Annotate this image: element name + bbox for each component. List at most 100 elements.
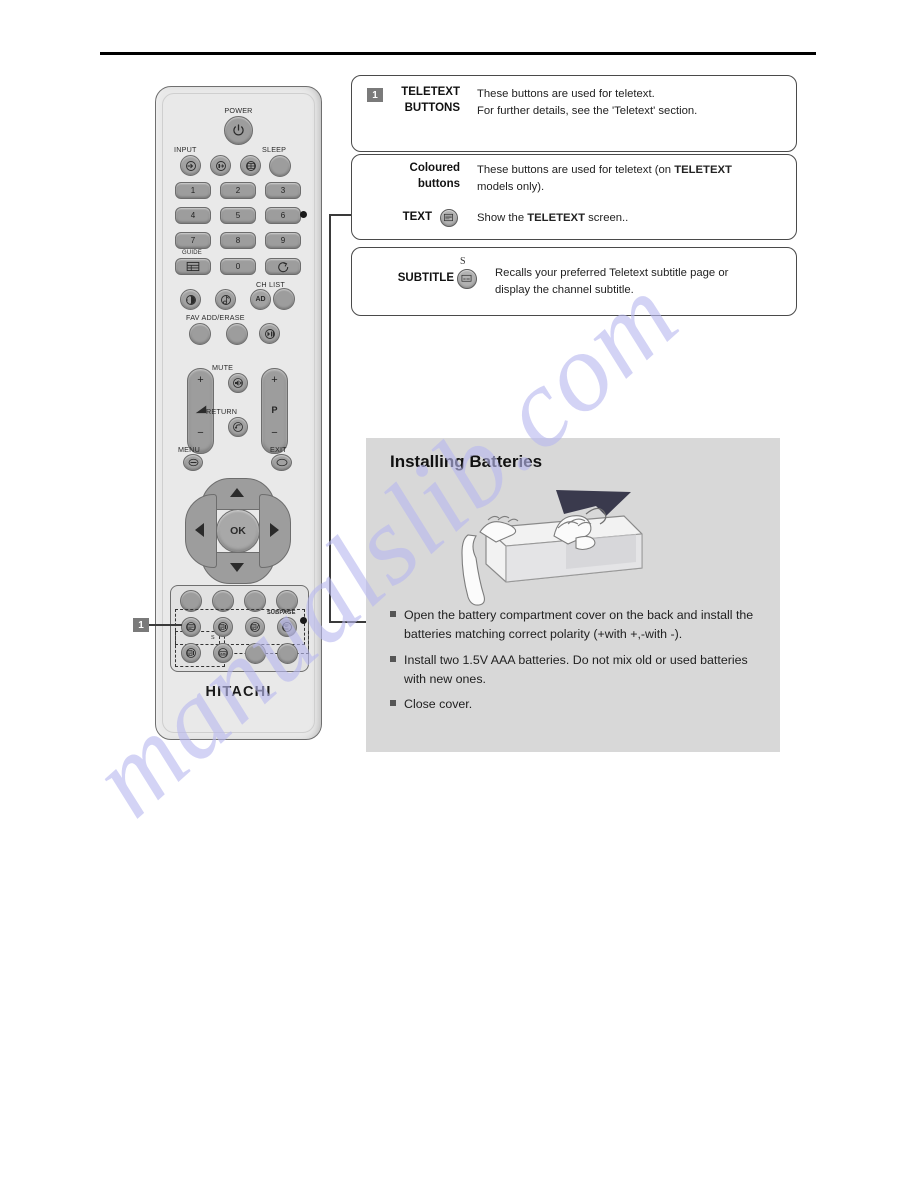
installing-batteries-panel: Installing Batteries Open the battery co… <box>366 438 780 752</box>
coloured-desc-part-a: These buttons are used for teletext (on <box>477 164 675 176</box>
text-button[interactable] <box>181 617 201 637</box>
navigation-pad[interactable]: OK <box>185 478 291 584</box>
subtitle-icon <box>218 648 228 658</box>
coloured-label-line1: Coloured <box>409 162 460 174</box>
exit-icon <box>276 458 287 467</box>
power-icon <box>233 124 244 136</box>
subpage-icon <box>282 622 292 632</box>
callout-lead-left <box>149 624 182 626</box>
nav-up-arrow-icon <box>230 488 244 497</box>
aspect-ratio-button[interactable] <box>240 155 261 176</box>
text-desc-emphasis: TELETEXT <box>527 212 585 224</box>
teletext-desc-line1: These buttons are used for teletext. <box>477 88 655 100</box>
sound-mode-icon <box>220 294 231 305</box>
freeze-play-icon <box>264 328 275 339</box>
teletext-desc-line2: For further details, see the 'Teletext' … <box>477 105 698 117</box>
teletext-icon <box>186 622 196 632</box>
remote-control-illustration: POWER INPUT SLEEP 1 2 3 4 5 6 7 8 9 GUID… <box>155 86 322 740</box>
mute-icon <box>233 378 243 388</box>
channel-down-label: − <box>271 427 278 439</box>
number-2-button[interactable]: 2 <box>220 182 256 199</box>
exit-button[interactable] <box>271 454 292 471</box>
number-6-button[interactable]: 6 <box>265 207 301 224</box>
mute-button[interactable] <box>228 373 248 393</box>
subpage-button[interactable] <box>277 617 297 637</box>
volume-up-label: + <box>197 374 204 386</box>
subtitle-desc-line1: Recalls your preferred Teletext subtitle… <box>495 267 729 279</box>
channel-rocker[interactable]: + P − <box>261 368 288 454</box>
teletext-index-button[interactable] <box>213 617 233 637</box>
ok-button[interactable]: OK <box>216 509 260 553</box>
battery-bullet-3: Close cover. <box>390 695 762 714</box>
number-3-button[interactable]: 3 <box>265 182 301 199</box>
nav-left-arrow-icon <box>195 523 204 537</box>
exit-label: EXIT <box>270 445 287 454</box>
audio-description-button[interactable]: AD <box>250 289 271 310</box>
number-9-button[interactable]: 9 <box>265 232 301 249</box>
number-5-button[interactable]: 5 <box>220 207 256 224</box>
battery-bullet-2: Install two 1.5V AAA batteries. Do not m… <box>390 651 762 689</box>
coloured-desc-line2: models only). <box>477 181 545 193</box>
guide-label: GUIDE <box>181 250 202 256</box>
nav-right-arrow-icon <box>270 523 279 537</box>
battery-instructions-list: Open the battery compartment cover on th… <box>390 606 762 721</box>
brand-logo: HITACHI <box>205 684 272 700</box>
text-desc-part-c: screen.. <box>585 212 629 224</box>
fav-add-erase-label: FAV ADD/ERASE <box>186 313 245 322</box>
picture-mode-button[interactable] <box>180 289 201 310</box>
teletext-hold-button[interactable] <box>181 643 201 663</box>
installing-batteries-title: Installing Batteries <box>390 452 543 471</box>
info-icon <box>215 160 226 171</box>
ch-list-button[interactable] <box>273 288 295 310</box>
return-arrow-icon <box>233 422 243 432</box>
coloured-buttons-box: Coloured buttons These buttons are used … <box>351 154 797 240</box>
coloured-desc-emphasis: TELETEXT <box>674 164 732 176</box>
return-label: RETURN <box>206 407 238 416</box>
subtitle-s-mark: S <box>460 256 466 267</box>
input-label: INPUT <box>174 145 197 154</box>
coloured-desc-line1: These buttons are used for teletext (on … <box>477 162 789 178</box>
battery-installation-illustration <box>461 490 643 606</box>
teletext-icon <box>444 213 453 222</box>
input-button[interactable] <box>180 155 201 176</box>
mute-label: MUTE <box>212 363 234 372</box>
teletext-reveal-button[interactable] <box>245 617 265 637</box>
subtitle-box: SUBTITLE S Recalls your preferred Telete… <box>351 247 797 316</box>
volume-down-label: − <box>197 427 204 439</box>
subtitle-desc-line2: display the channel subtitle. <box>495 284 634 296</box>
subtitle-icon <box>461 274 472 282</box>
sound-mode-button[interactable] <box>215 289 236 310</box>
subpage-label: SUBPAGE <box>267 610 296 616</box>
teletext-extra-button-2[interactable] <box>277 643 298 664</box>
add-erase-button[interactable] <box>226 323 248 345</box>
text-button-glyph[interactable] <box>440 209 458 227</box>
sleep-button[interactable] <box>269 155 291 177</box>
nav-down-arrow-icon <box>230 563 244 572</box>
menu-icon <box>188 458 198 467</box>
teletext-label-line1: TELETEXT <box>401 86 460 98</box>
menu-button[interactable] <box>183 454 203 471</box>
number-8-button[interactable]: 8 <box>220 232 256 249</box>
number-4-button[interactable]: 4 <box>175 207 211 224</box>
text-desc: Show the TELETEXT screen.. <box>477 210 789 226</box>
freeze-play-button[interactable] <box>259 323 280 344</box>
subtitle-button[interactable] <box>213 643 233 663</box>
channel-swap-icon <box>277 261 288 272</box>
picture-mode-icon <box>185 294 196 305</box>
fav-button[interactable] <box>189 323 211 345</box>
channel-p-label: P <box>271 405 278 415</box>
power-button[interactable] <box>224 116 253 145</box>
return-button[interactable] <box>228 417 248 437</box>
channel-swap-button[interactable] <box>265 258 301 275</box>
number-1-button[interactable]: 1 <box>175 182 211 199</box>
guide-button[interactable] <box>175 258 211 275</box>
number-7-button[interactable]: 7 <box>175 232 211 249</box>
menu-label: MENU <box>178 445 200 454</box>
guide-grid-icon <box>186 261 200 272</box>
box-marker-1: 1 <box>367 88 383 102</box>
sleep-label: SLEEP <box>262 145 287 154</box>
subtitle-button-glyph[interactable] <box>457 269 477 289</box>
teletext-extra-button-1[interactable] <box>245 643 266 664</box>
info-button[interactable] <box>210 155 231 176</box>
number-0-button[interactable]: 0 <box>220 258 256 275</box>
